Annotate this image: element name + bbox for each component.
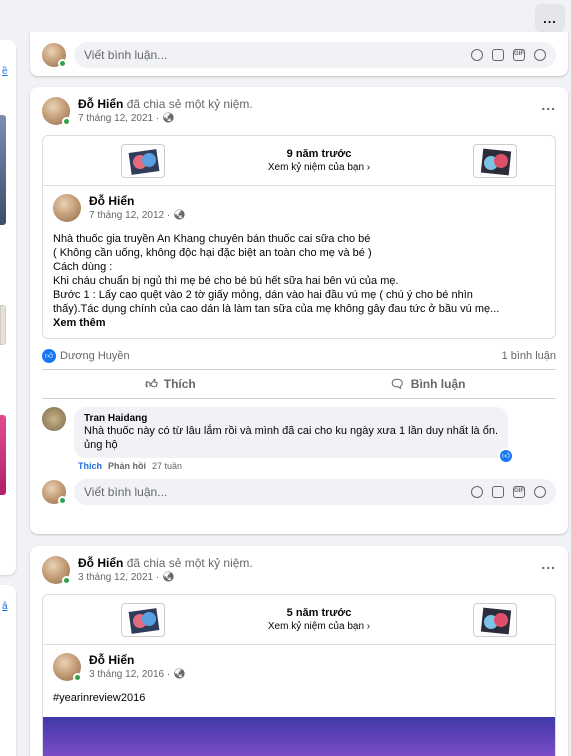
globe-icon: 🌏︎: [161, 113, 175, 124]
sidebar-thumbnail[interactable]: [0, 305, 6, 345]
globe-icon: 🌏︎: [172, 210, 186, 221]
author-avatar[interactable]: [42, 556, 71, 585]
speech-bubble-icon: 🗨︎: [389, 377, 405, 391]
author-name[interactable]: Đỗ Hiển: [78, 556, 123, 570]
sidebar-thumbnail[interactable]: [0, 115, 6, 225]
memory-image[interactable]: [43, 717, 555, 756]
reaction-summary[interactable]: 👍︎ Dương Huyền: [42, 349, 130, 363]
comment-actions: Thích Phản hồi 27 tuần: [30, 458, 568, 471]
comment-button[interactable]: 🗨︎ Bình luận: [299, 370, 556, 398]
shared-memory: 9 năm trước Xem kỷ niệm của bạn › Đỗ Hiể…: [42, 135, 556, 339]
reactor-name: Dương Huyền: [60, 349, 130, 362]
inner-author-avatar[interactable]: [53, 194, 81, 222]
comment-bubble: Tran Haidang Nhà thuốc này có từ lâu lắm…: [74, 407, 515, 464]
memory-post: Đỗ Hiển đã chia sẻ một kỷ niệm. 7 tháng …: [30, 87, 568, 534]
post-text-line: Cách dùng :: [53, 261, 113, 273]
inner-author-avatar[interactable]: [53, 653, 82, 682]
camera-icon[interactable]: [492, 486, 504, 498]
left-sidebar: ề: [0, 40, 16, 575]
commenter-avatar[interactable]: [42, 407, 66, 431]
comment-text: Nhà thuốc này có từ lâu lắm rồi và mình …: [84, 425, 499, 437]
globe-icon: 🌏︎: [161, 572, 175, 583]
sticker-icon[interactable]: [534, 486, 546, 498]
memory-illustration-right: [472, 143, 517, 178]
comment-like-button[interactable]: Thích: [78, 461, 102, 471]
post-text-line: Nhà thuốc gia truyền An Khang chuyên bán…: [53, 233, 371, 245]
sidebar-link[interactable]: ả: [2, 601, 8, 612]
sidebar-thumbnail[interactable]: [0, 415, 6, 495]
comment-time[interactable]: 27 tuần: [152, 461, 182, 471]
comment-label: Bình luận: [410, 377, 466, 391]
comment-count[interactable]: 1 bình luận: [502, 350, 556, 362]
view-memory-link[interactable]: Xem kỷ niệm của bạn ›: [268, 621, 370, 632]
view-memory-link[interactable]: Xem kỷ niệm của bạn ›: [268, 162, 370, 173]
post-more-button[interactable]: ...: [541, 97, 556, 113]
like-label: Thích: [163, 377, 196, 391]
commenter-name[interactable]: Tran Haidang: [84, 413, 498, 424]
inner-post-date[interactable]: 3 tháng 12, 2016 ·: [89, 669, 170, 680]
post-action-text: đã chia sẻ một kỷ niệm.: [126, 556, 253, 570]
more-options-button[interactable]: ...: [535, 4, 565, 32]
emoji-icon[interactable]: [471, 49, 483, 61]
post-text-line: Bước 1 : Lấy cao quệt vào 2 tờ giấy mỏng…: [53, 289, 473, 301]
sticker-icon[interactable]: [534, 49, 546, 61]
memory-illustration-left: [121, 143, 165, 178]
author-name[interactable]: Đỗ Hiển: [78, 97, 123, 111]
memory-banner[interactable]: 9 năm trước Xem kỷ niệm của bạn ›: [43, 136, 555, 186]
post-actions: 👍︎ Thích 🗨︎ Bình luận: [42, 369, 556, 399]
post-action-text: đã chia sẻ một kỷ niệm.: [126, 97, 253, 111]
post-text-line: Khi cháu chuẩn bị ngủ thì mẹ bé cho bé b…: [53, 275, 399, 287]
memory-years: 5 năm trước: [286, 607, 352, 619]
comment-reply-button[interactable]: Phản hồi: [108, 461, 146, 471]
inner-author-name[interactable]: Đỗ Hiển: [89, 194, 186, 208]
post-more-button[interactable]: ...: [541, 556, 556, 572]
thumbs-up-icon: 👍︎: [145, 376, 158, 391]
memory-post: Đỗ Hiển đã chia sẻ một kỷ niệm. 3 tháng …: [30, 546, 568, 756]
inner-author-name[interactable]: Đỗ Hiển: [89, 653, 186, 667]
user-avatar[interactable]: [42, 480, 67, 505]
memory-illustration-right: [472, 602, 517, 637]
comment-placeholder: Viết bình luận...: [84, 48, 168, 62]
see-more-link[interactable]: Xem thêm: [53, 316, 545, 330]
comment-like-badge-icon[interactable]: 👍︎: [498, 448, 515, 464]
memory-illustration-left: [121, 602, 165, 637]
comment-placeholder: Viết bình luận...: [84, 485, 168, 499]
like-button[interactable]: 👍︎ Thích: [42, 370, 299, 398]
sidebar-link[interactable]: ề: [2, 66, 8, 77]
shared-memory: 5 năm trước Xem kỷ niệm của bạn › Đỗ Hiể…: [42, 594, 556, 756]
author-avatar[interactable]: [42, 97, 71, 126]
reaction-bar: 👍︎ Dương Huyền 1 bình luận: [30, 339, 568, 369]
gif-icon[interactable]: GIF: [513, 49, 525, 61]
comment-input[interactable]: Viết bình luận... GIF: [74, 479, 556, 505]
emoji-icon[interactable]: [471, 486, 483, 498]
comment-text: ủng hộ: [84, 439, 118, 451]
post-date[interactable]: 3 tháng 12, 2021 ·: [78, 572, 159, 583]
post-date[interactable]: 7 tháng 12, 2021 ·: [78, 113, 159, 124]
comment-input[interactable]: Viết bình luận... GIF: [74, 42, 556, 68]
post-text-line: ( Không cần uống, không độc hại đặc biệt…: [53, 247, 372, 259]
comment-item: Tran Haidang Nhà thuốc này có từ lâu lắm…: [30, 399, 568, 464]
memory-banner[interactable]: 5 năm trước Xem kỷ niệm của bạn ›: [43, 595, 555, 645]
post-text: Nhà thuốc gia truyền An Khang chuyên bán…: [43, 222, 555, 338]
camera-icon[interactable]: [492, 49, 504, 61]
previous-post-footer: Viết bình luận... GIF: [30, 32, 568, 76]
gif-icon[interactable]: GIF: [513, 486, 525, 498]
left-sidebar-lower: ả: [0, 585, 16, 756]
post-text: #yearinreview2016: [53, 692, 146, 704]
inner-post-date[interactable]: 7 tháng 12, 2012 ·: [89, 210, 170, 221]
post-text-line: thấy).Tác dụng chính của cao dán là làm …: [53, 303, 500, 315]
globe-icon: 🌏︎: [172, 669, 186, 680]
user-avatar[interactable]: [42, 43, 67, 68]
memory-years: 9 năm trước: [286, 148, 352, 160]
like-reaction-icon: 👍︎: [42, 349, 56, 363]
